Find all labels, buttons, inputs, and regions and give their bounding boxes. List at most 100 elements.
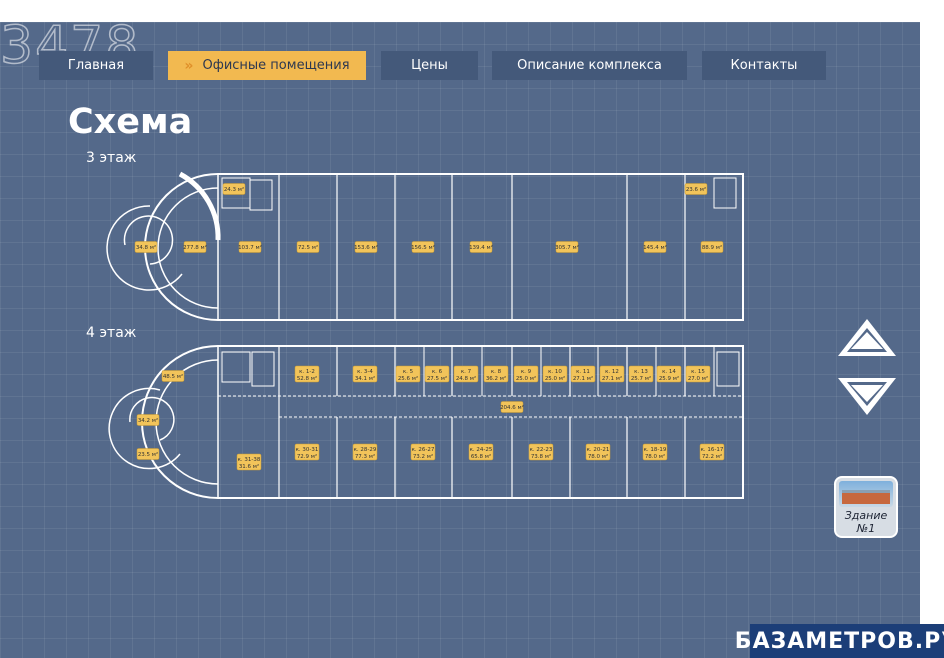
room-name: к. 28-29 [354, 447, 377, 453]
room-area: 73.2 м² [413, 453, 433, 460]
building-thumbnail [839, 481, 893, 507]
room-tag[interactable]: 23.5 м² [136, 448, 160, 460]
room-tag[interactable]: к. 724.8 м² [453, 365, 479, 383]
room-tag[interactable]: к. 26-2773.2 м² [410, 443, 436, 461]
room-tag[interactable]: к. 1227.1 м² [599, 365, 625, 383]
room-area: 23.5 м² [138, 451, 158, 458]
room-name: к. 6 [432, 369, 443, 375]
floor-3-curved-wall [178, 171, 221, 241]
room-tag[interactable]: 305.7 м² [555, 241, 579, 253]
building-1-button[interactable]: Здание №1 [834, 476, 898, 538]
room-tag[interactable]: 34.2 м² [136, 414, 160, 426]
room-tag[interactable]: к. 22-2373.8 м² [528, 443, 554, 461]
room-tag[interactable]: к. 925.0 м² [513, 365, 539, 383]
room-tag[interactable]: к. 1425.9 м² [656, 365, 682, 383]
room-tag[interactable]: 153.6 м² [354, 241, 378, 253]
room-area: 27.1 м² [573, 375, 593, 382]
room-name: к. 30-31 [296, 447, 319, 453]
room-name: к. 14 [662, 369, 676, 375]
room-area: 88.9 м² [702, 244, 722, 251]
room-area: 305.7 м² [555, 244, 579, 251]
room-name: к. 16-17 [701, 447, 724, 453]
room-tag[interactable]: 23.6 м² [684, 183, 708, 195]
room-area: 27.1 м² [602, 375, 622, 382]
room-area: 277.8 м² [183, 244, 207, 251]
room-name: к. 13 [634, 369, 648, 375]
room-name: к. 1-2 [299, 369, 315, 375]
room-name: к. 22-23 [530, 447, 553, 453]
room-area: 25.0 м² [545, 375, 565, 382]
room-area: 65.8 м² [471, 453, 491, 460]
room-area: 36.2 м² [486, 375, 506, 382]
room-tag[interactable]: к. 18-1978.0 м² [642, 443, 668, 461]
room-area: 48.5 м² [163, 373, 183, 380]
room-area: 78.0 м² [645, 453, 665, 460]
scroll-up-button[interactable] [835, 316, 899, 360]
room-area: 139.4 м² [469, 244, 493, 251]
room-tag[interactable]: к. 20-2178.0 м² [585, 443, 611, 461]
room-area: 204.6 м² [500, 404, 524, 411]
room-area: 25.6 м² [398, 375, 418, 382]
room-name: к. 7 [461, 369, 472, 375]
room-name: к. 26-27 [412, 447, 435, 453]
room-area: 72.5 м² [298, 244, 318, 251]
room-tag[interactable]: к. 3-434.1 м² [352, 365, 378, 383]
room-area: 25.9 м² [659, 375, 679, 382]
room-name: к. 15 [691, 369, 705, 375]
room-tag[interactable]: к. 1527.0 м² [685, 365, 711, 383]
scroll-down-button[interactable] [835, 374, 899, 418]
room-tag[interactable]: 145.4 м² [643, 241, 667, 253]
room-area: 72.9 м² [297, 453, 317, 460]
room-name: к. 12 [605, 369, 619, 375]
app-background: 3478 Главная » Офисные помещения Цены Оп… [0, 22, 920, 658]
room-tag[interactable]: 48.5 м² [161, 370, 185, 382]
room-area: 25.0 м² [516, 375, 536, 382]
building-label: Здание №1 [844, 509, 888, 535]
room-name: к. 31-38 [238, 457, 261, 463]
room-name: к. 9 [521, 369, 532, 375]
room-area: 24.8 м² [456, 375, 476, 382]
room-tag[interactable]: к. 627.5 м² [424, 365, 450, 383]
room-tag[interactable]: к. 28-2977.3 м² [352, 443, 378, 461]
room-area: 145.4 м² [643, 244, 667, 251]
room-tag[interactable]: к. 525.6 м² [395, 365, 421, 383]
room-tag[interactable]: 277.8 м² [183, 241, 207, 253]
room-area: 77.3 м² [355, 453, 375, 460]
room-tag[interactable]: 24.3 м² [222, 183, 246, 195]
room-area: 34.8 м² [136, 244, 156, 251]
room-tag[interactable]: к. 836.2 м² [483, 365, 509, 383]
room-area: 34.1 м² [355, 375, 375, 382]
room-tag[interactable]: 34.8 м² [134, 241, 158, 253]
room-tag[interactable]: к. 1-252.8 м² [294, 365, 320, 383]
room-tag[interactable]: к. 30-3172.9 м² [294, 443, 320, 461]
room-name: к. 24-25 [470, 447, 493, 453]
room-name: к. 8 [491, 369, 502, 375]
room-tag[interactable]: 204.6 м² [500, 401, 524, 413]
room-area: 73.8 м² [531, 453, 551, 460]
room-area: 27.0 м² [688, 375, 708, 382]
room-name: к. 11 [576, 369, 590, 375]
room-tag[interactable]: к. 16-1772.2 м² [699, 443, 725, 461]
room-name: к. 18-19 [644, 447, 667, 453]
watermark: БАЗАМЕТРОВ.РУ [735, 624, 944, 658]
room-tags: 34.8 м² 277.8 м² 24.3 м² 103.7 м² 72.5 м² 153… [134, 183, 725, 471]
room-area: 34.2 м² [138, 417, 158, 424]
room-tag[interactable]: 72.5 м² [296, 241, 320, 253]
room-area: 78.0 м² [588, 453, 608, 460]
room-area: 27.5 м² [427, 375, 447, 382]
floor-plans: 34.8 м² 277.8 м² 24.3 м² 103.7 м² 72.5 м² 153… [106, 171, 744, 499]
room-tag[interactable]: 88.9 м² [700, 241, 724, 253]
room-tag[interactable]: 156.5 м² [411, 241, 435, 253]
room-tag[interactable]: к. 31-3831.6 м² [236, 453, 262, 471]
room-tag[interactable]: к. 24-2565.8 м² [468, 443, 494, 461]
room-tag[interactable]: к. 1325.7 м² [628, 365, 654, 383]
room-tag[interactable]: 139.4 м² [469, 241, 493, 253]
room-name: к. 5 [403, 369, 414, 375]
room-area: 153.6 м² [354, 244, 378, 251]
room-tag[interactable]: к. 1025.0 м² [542, 365, 568, 383]
room-tag[interactable]: 103.7 м² [238, 241, 262, 253]
room-tag[interactable]: к. 1127.1 м² [570, 365, 596, 383]
room-name: к. 3-4 [357, 369, 373, 375]
room-area: 31.6 м² [239, 463, 259, 470]
room-area: 23.6 м² [686, 186, 706, 193]
